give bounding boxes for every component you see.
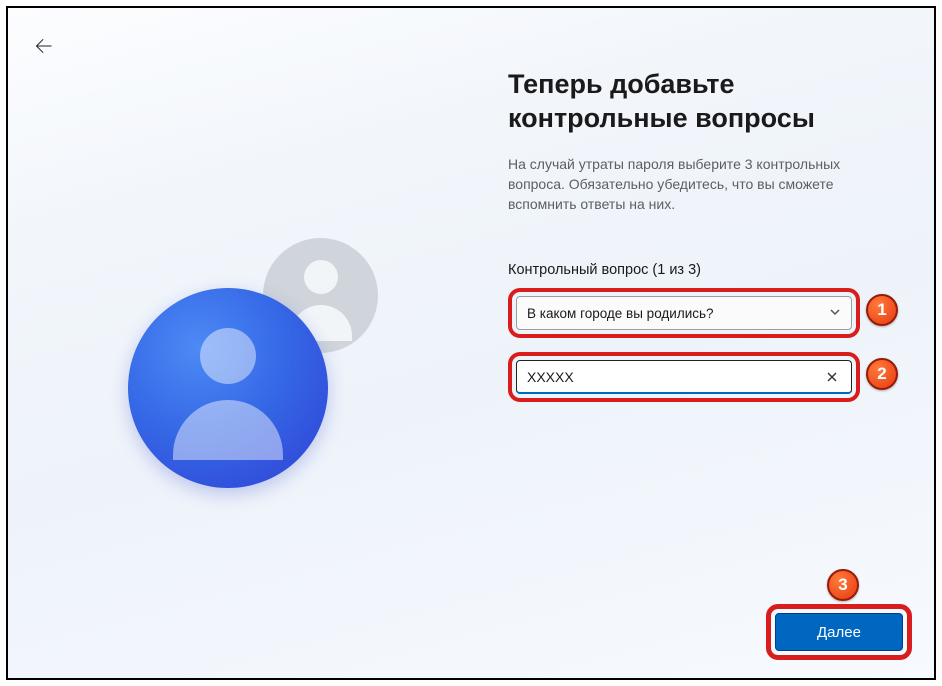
page-description: На случай утраты пароля выберите 3 контр… (508, 154, 868, 215)
form-panel: Теперь добавьте контрольные вопросы На с… (508, 68, 898, 416)
next-button-label: Далее (817, 624, 861, 641)
callout-badge-1: 1 (866, 294, 898, 326)
security-question-value: В каком городе вы родились? (527, 306, 714, 321)
close-icon (826, 371, 838, 383)
avatar-primary-icon (128, 288, 328, 488)
clear-input-button[interactable] (821, 366, 843, 388)
next-button[interactable]: Далее (775, 613, 903, 651)
security-answer-input[interactable]: XXXXX (516, 360, 852, 394)
page-title: Теперь добавьте контрольные вопросы (508, 68, 898, 136)
window-frame: Теперь добавьте контрольные вопросы На с… (6, 6, 936, 680)
back-button[interactable] (30, 32, 58, 60)
user-illustration (128, 238, 408, 518)
callout-badge-3: 3 (827, 569, 859, 601)
question-section-label: Контрольный вопрос (1 из 3) (508, 262, 898, 278)
security-answer-value: XXXXX (527, 369, 574, 385)
callout-badge-2: 2 (866, 358, 898, 390)
highlight-answer-input: XXXXX 2 (508, 352, 860, 402)
highlight-next-button: Далее 3 (766, 604, 912, 660)
chevron-down-icon (829, 306, 841, 321)
highlight-question-select: В каком городе вы родились? 1 (508, 288, 860, 338)
arrow-left-icon (34, 36, 54, 56)
security-question-select[interactable]: В каком городе вы родились? (516, 296, 852, 330)
